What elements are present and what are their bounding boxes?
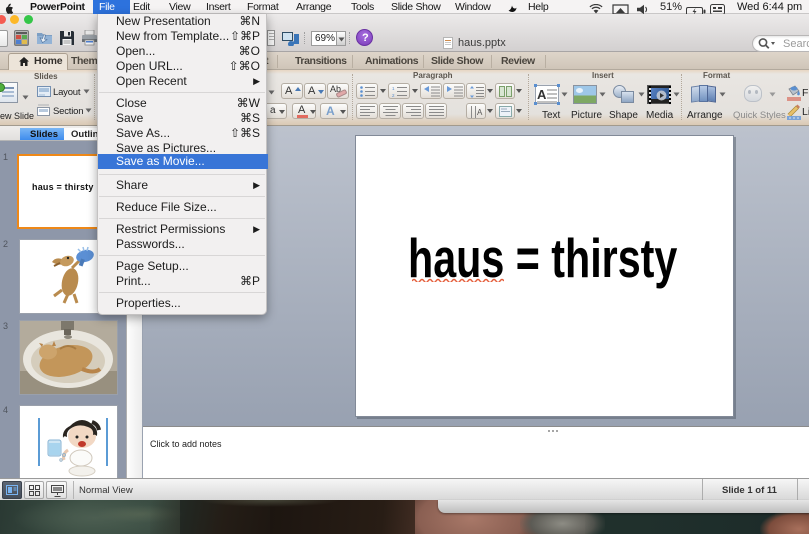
- svg-text:1: 1: [392, 86, 395, 91]
- svg-text:A: A: [477, 108, 483, 117]
- svg-text:2: 2: [392, 93, 395, 97]
